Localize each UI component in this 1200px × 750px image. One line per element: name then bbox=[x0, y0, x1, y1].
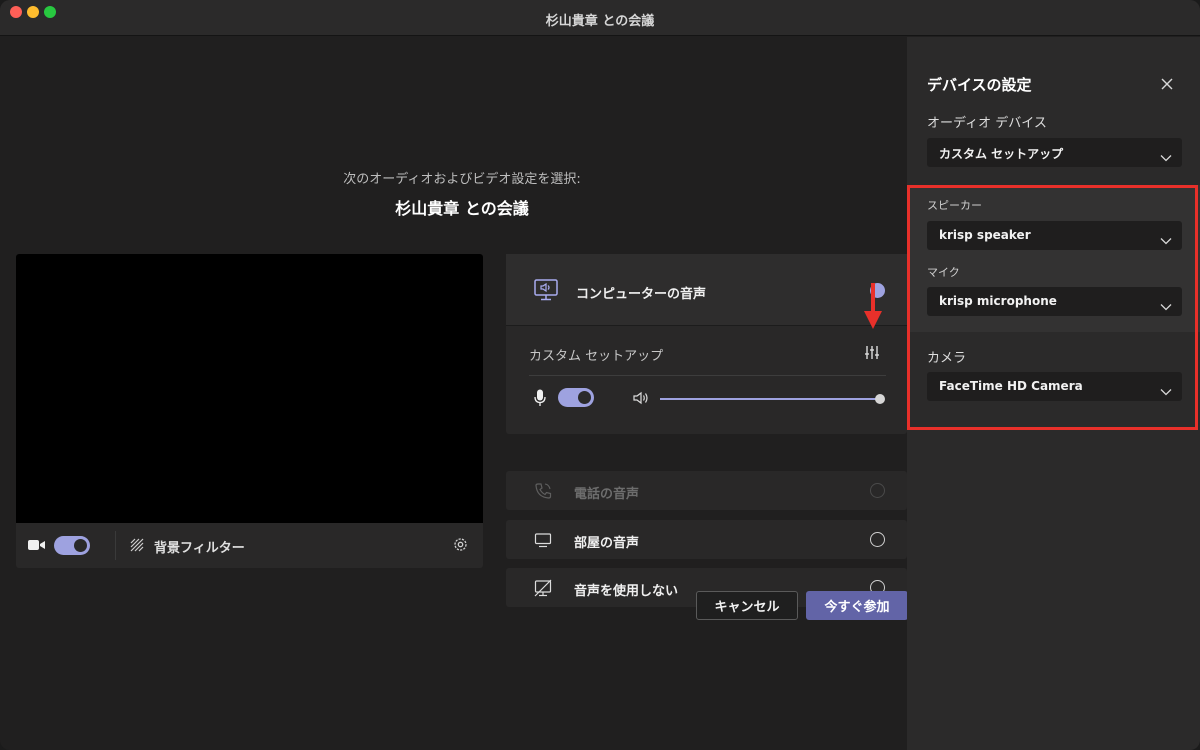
sliders-icon[interactable] bbox=[864, 345, 880, 364]
volume-slider-track[interactable] bbox=[660, 398, 881, 400]
divider bbox=[529, 375, 886, 376]
title-bar: 杉山貴章 との会議 bbox=[0, 0, 1200, 36]
phone-audio-label: 電話の音声 bbox=[574, 487, 640, 502]
close-icon[interactable] bbox=[1161, 75, 1173, 94]
room-icon bbox=[534, 533, 552, 552]
meeting-join-window: 杉山貴章 との会議 次のオーディオおよびビデオ設定を選択: 杉山貴章 との会議 … bbox=[0, 0, 1200, 750]
divider bbox=[115, 531, 116, 560]
device-settings-title: デバイスの設定 bbox=[927, 76, 1032, 94]
room-audio-option[interactable]: 部屋の音声 bbox=[506, 520, 907, 559]
meeting-title: 杉山貴章 との会議 bbox=[395, 199, 529, 218]
phone-icon bbox=[534, 482, 552, 504]
video-preview-panel: 背景フィルター bbox=[16, 254, 483, 568]
computer-audio-label: コンピューターの音声 bbox=[576, 287, 707, 302]
computer-audio-icon bbox=[534, 279, 558, 305]
room-audio-radio[interactable] bbox=[870, 532, 885, 547]
phone-audio-option: 電話の音声 bbox=[506, 471, 907, 510]
no-audio-icon bbox=[534, 579, 552, 601]
camera-toggle[interactable] bbox=[54, 536, 90, 555]
camera-icon bbox=[28, 537, 46, 556]
chevron-down-icon bbox=[1160, 147, 1172, 166]
custom-setup-label: カスタム セットアップ bbox=[529, 349, 664, 364]
phone-audio-radio bbox=[870, 483, 885, 498]
video-controls: 背景フィルター bbox=[16, 523, 483, 568]
volume-slider-thumb[interactable] bbox=[875, 394, 885, 404]
join-now-button[interactable]: 今すぐ参加 bbox=[806, 591, 908, 620]
audio-device-value: カスタム セットアップ bbox=[939, 147, 1064, 161]
background-filter-button[interactable]: 背景フィルター bbox=[154, 537, 245, 556]
room-audio-label: 部屋の音声 bbox=[574, 536, 640, 551]
cancel-button[interactable]: キャンセル bbox=[696, 591, 798, 620]
mic-toggle[interactable] bbox=[558, 388, 594, 407]
gear-icon[interactable] bbox=[452, 536, 469, 557]
arrow-down-icon bbox=[864, 283, 882, 335]
audio-device-label: オーディオ デバイス bbox=[927, 116, 1047, 131]
no-audio-label: 音声を使用しない bbox=[574, 584, 679, 599]
audio-device-select[interactable]: カスタム セットアップ bbox=[927, 138, 1182, 167]
settings-prompt: 次のオーディオおよびビデオ設定を選択: bbox=[343, 172, 581, 187]
mic-icon bbox=[534, 389, 546, 411]
background-filter-icon bbox=[129, 537, 145, 557]
computer-audio-option[interactable]: コンピューターの音声 カスタム セットアップ bbox=[506, 254, 907, 434]
speaker-volume-icon bbox=[633, 390, 651, 409]
highlight-box bbox=[907, 185, 1198, 430]
video-preview bbox=[16, 254, 483, 523]
window-title: 杉山貴章 との会議 bbox=[545, 14, 655, 29]
computer-audio-header[interactable]: コンピューターの音声 bbox=[506, 254, 907, 326]
